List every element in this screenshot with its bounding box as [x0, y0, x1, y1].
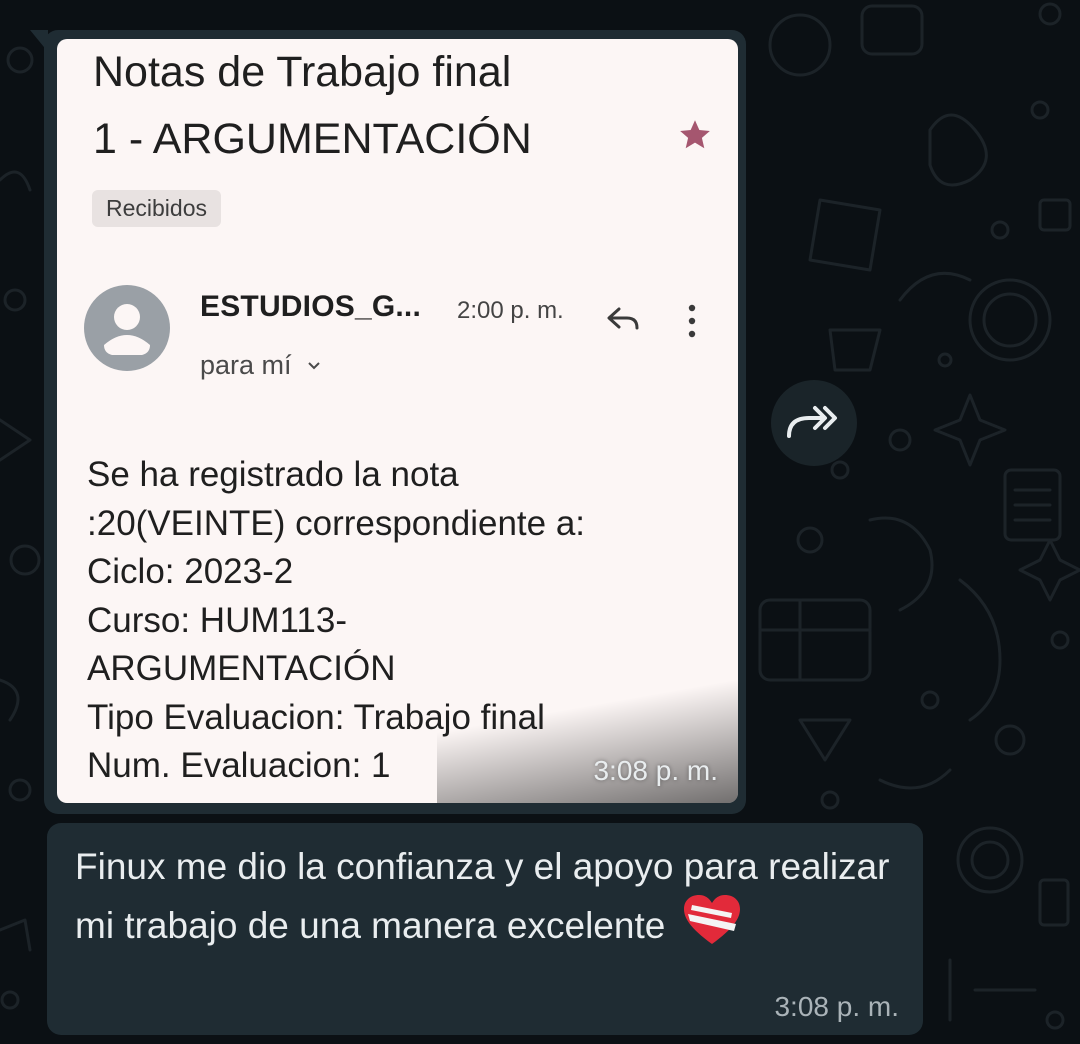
forward-icon — [787, 406, 837, 438]
email-time: 2:00 p. m. — [457, 297, 564, 324]
mending-heart-emoji — [683, 895, 740, 944]
email-body-line: Se ha registrado la nota — [87, 455, 459, 494]
reply-icon — [607, 307, 639, 330]
star-icon — [680, 120, 710, 149]
email-recipient: para mí — [200, 350, 321, 381]
email-subject-line1: Notas de Trabajo final — [93, 48, 512, 96]
inbox-label-chip: Recibidos — [92, 190, 221, 227]
message-body: Finux me dio la confianza y el apoyo par… — [75, 846, 890, 946]
email-body-line: Curso: HUM113- — [87, 600, 347, 640]
email-subject: Notas de Trabajo final 1 - ARGUMENTACIÓN — [93, 39, 653, 173]
email-sender: ESTUDIOS_G... — [200, 290, 421, 323]
text-message-bubble[interactable]: Finux me dio la confianza y el apoyo par… — [47, 823, 923, 1035]
image-message-bubble[interactable]: Notas de Trabajo final 1 - ARGUMENTACIÓN… — [30, 30, 746, 814]
avatar-icon — [84, 285, 170, 371]
image-message-time: 3:08 p. m. — [593, 755, 718, 786]
email-subject-line2: 1 - ARGUMENTACIÓN — [93, 115, 532, 163]
message-text: Finux me dio la confianza y el apoyo par… — [75, 839, 895, 953]
chevron-down-icon — [308, 362, 320, 370]
email-screenshot-image[interactable]: Notas de Trabajo final 1 - ARGUMENTACIÓN… — [57, 39, 738, 803]
more-vert-icon — [688, 304, 696, 338]
forward-button[interactable] — [771, 380, 857, 466]
email-body-line: Ciclo: 2023-2 — [87, 552, 294, 591]
email-body-line: :20(VEINTE) correspondiente a: — [87, 503, 586, 543]
bubble-tail — [30, 30, 48, 52]
email-recipient-text: para mí — [200, 350, 292, 380]
text-message-time: 3:08 p. m. — [774, 991, 899, 1022]
